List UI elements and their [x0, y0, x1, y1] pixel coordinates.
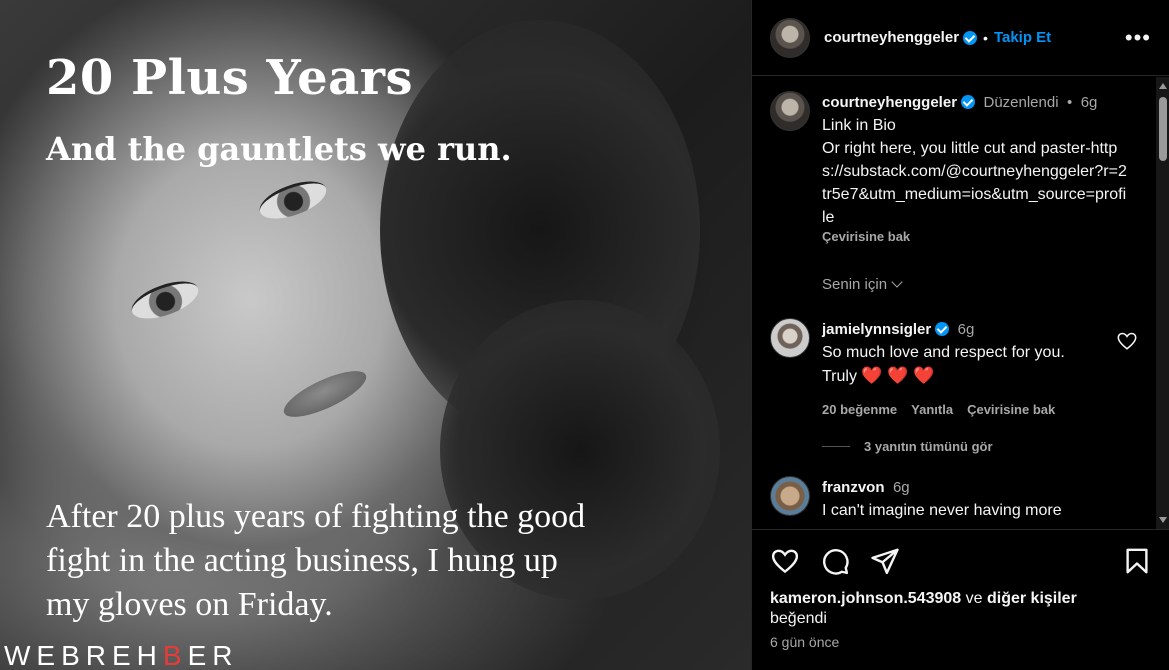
action-bar: [770, 546, 1152, 576]
comment-username[interactable]: franzvon: [822, 479, 885, 496]
avatar[interactable]: [770, 476, 810, 516]
chevron-down-icon: [891, 276, 903, 288]
scroll-down-arrow-icon[interactable]: [1159, 517, 1167, 523]
post-header: courtneyhenggeler • Takip Et •••: [752, 0, 1169, 76]
caption-comment: courtneyhenggeler Düzenlendi • 6g Link i…: [752, 77, 1156, 296]
comment-icon[interactable]: [820, 546, 850, 576]
more-horizontal-icon[interactable]: •••: [1125, 25, 1151, 51]
comment-text: So much love and respect for you. Truly: [822, 344, 1065, 385]
like-comment-heart-icon[interactable]: [1116, 330, 1138, 352]
eye-shape: [254, 173, 332, 227]
like-heart-icon[interactable]: [770, 546, 800, 576]
avatar[interactable]: [770, 91, 810, 131]
watermark-logo: WEBREHBER: [4, 640, 239, 670]
sort-dropdown-label: Senin için: [822, 276, 888, 293]
heart-emoji: ❤️ ❤️ ❤️: [861, 366, 935, 385]
liked-by-text: kameron.johnson.543908 ve diğer kişiler: [770, 590, 1152, 608]
liked-by-user[interactable]: kameron.johnson.543908: [770, 590, 961, 607]
watermark-accent: B: [162, 640, 188, 670]
verified-badge-icon: [935, 322, 950, 336]
avatar[interactable]: [770, 318, 810, 358]
lips-shape: [278, 362, 372, 426]
view-replies-button[interactable]: 3 yanıtın tümünü gör: [752, 421, 1156, 454]
reply-button[interactable]: Yanıtla: [911, 398, 953, 421]
separator-dot: •: [983, 29, 988, 46]
view-replies-label: 3 yanıtın tümünü gör: [864, 439, 993, 454]
liked-by-others[interactable]: diğer kişiler: [987, 590, 1077, 607]
scroll-up-arrow-icon[interactable]: [1159, 83, 1167, 89]
post-time[interactable]: 6 gün önce: [770, 634, 1152, 650]
avatar[interactable]: [770, 17, 810, 58]
watermark-text: WEBREH: [4, 640, 163, 670]
watermark-text-end: ER: [187, 640, 239, 670]
post-title: 20 Plus Years: [46, 50, 414, 106]
header-username[interactable]: courtneyhenggeler: [824, 29, 959, 46]
eye-shape: [126, 273, 204, 327]
post-footer: kameron.johnson.543908 ve diğer kişiler …: [752, 529, 1169, 670]
comment-time[interactable]: 6g: [958, 321, 975, 338]
share-send-icon[interactable]: [870, 546, 900, 576]
comment-likes-count[interactable]: 20 beğenme: [822, 398, 897, 421]
separator-dot: •: [1067, 94, 1073, 111]
post-image[interactable]: 20 Plus Years And the gauntlets we run. …: [0, 0, 751, 670]
verified-badge-icon: [963, 30, 978, 45]
translate-link[interactable]: Çevirisine bak: [822, 229, 1128, 245]
caption-username[interactable]: courtneyhenggeler: [822, 94, 957, 111]
liked-suffix: beğendi: [770, 610, 827, 627]
post-subtitle: And the gauntlets we run.: [46, 130, 512, 168]
caption-time[interactable]: 6g: [1081, 94, 1098, 111]
comment-item: franzvon 6g I can't imagine never having…: [752, 454, 1156, 522]
caption-text: Link in Bio Or right here, you little cu…: [822, 117, 1127, 226]
comment-text: I can't imagine never having more: [822, 502, 1062, 519]
bookmark-icon[interactable]: [1122, 546, 1152, 576]
comment-username[interactable]: jamielynnsigler: [822, 321, 931, 338]
verified-badge-icon: [961, 95, 976, 109]
replies-divider: [822, 446, 850, 447]
comment-time[interactable]: 6g: [893, 479, 910, 496]
post-details-panel: courtneyhenggeler • Takip Et ••• courtne…: [751, 0, 1169, 670]
follow-button[interactable]: Takip Et: [994, 29, 1051, 46]
liked-by-connector: ve: [961, 590, 987, 607]
comments-scrollbar[interactable]: [1156, 77, 1169, 529]
post-body-text: After 20 plus years of fighting the good…: [46, 498, 586, 623]
comment-item: jamielynnsigler 6g So much love and resp…: [752, 296, 1138, 421]
scrollbar-thumb[interactable]: [1159, 97, 1167, 161]
comments-list[interactable]: courtneyhenggeler Düzenlendi • 6g Link i…: [752, 77, 1156, 529]
edited-label: Düzenlendi: [983, 94, 1059, 111]
translate-link[interactable]: Çevirisine bak: [967, 398, 1055, 421]
sort-dropdown[interactable]: Senin için: [822, 273, 903, 296]
